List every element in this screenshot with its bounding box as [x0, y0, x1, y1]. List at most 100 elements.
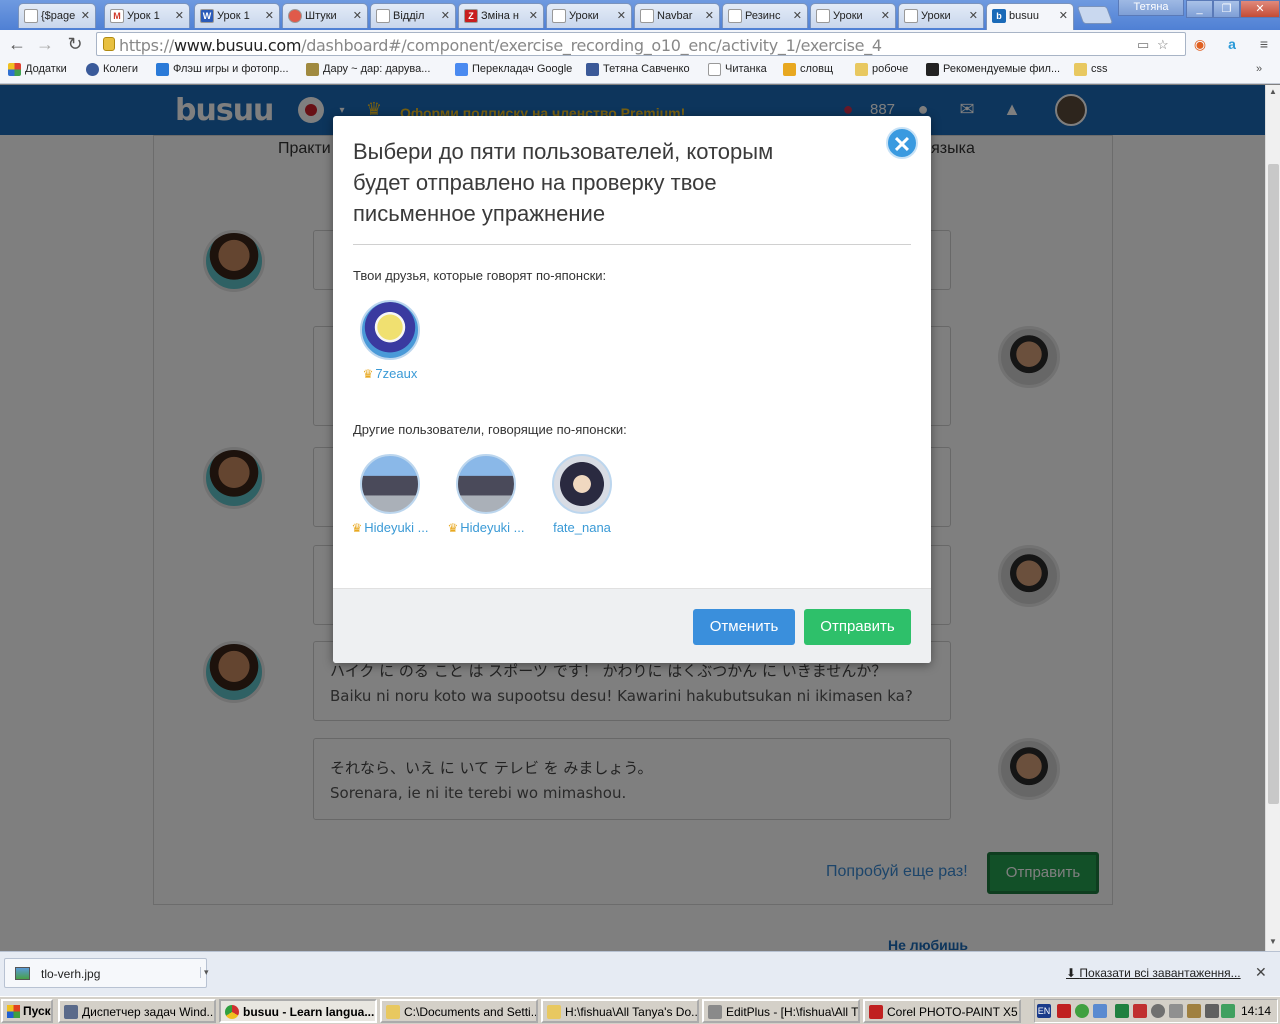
browser-tab-strip: {$page ✕ M Урок 1 ✕ W Урок 1 ✕ Штуки ✕ В… — [0, 0, 1280, 30]
browser-tab[interactable]: Відділ ✕ — [370, 3, 456, 28]
new-tab-button[interactable] — [1076, 6, 1114, 24]
browser-tab[interactable]: Резинс ✕ — [722, 3, 808, 28]
bookmark-item[interactable]: словщ — [783, 63, 833, 76]
close-icon[interactable]: ✕ — [175, 9, 184, 22]
taskbar-item[interactable]: EditPlus - [H:\fishua\All T... — [702, 999, 860, 1023]
user-card-7zeaux[interactable]: ♛ 7zeaux — [343, 300, 437, 381]
browser-tab[interactable]: Штуки ✕ — [282, 3, 368, 28]
taskbar-item[interactable]: H:\fishua\All Tanya's Do... — [541, 999, 699, 1023]
close-icon[interactable]: ✕ — [81, 9, 90, 22]
back-icon[interactable]: ← — [6, 33, 28, 55]
bookmark-folder[interactable]: css — [1074, 63, 1108, 76]
gmail-icon: M — [110, 9, 124, 23]
browser-tab[interactable]: Уроки ✕ — [810, 3, 896, 28]
show-all-downloads-link[interactable]: ⬇ Показати всі завантаження... — [1066, 966, 1241, 980]
dialog-title: Выбери до пяти пользователей, которым бу… — [353, 139, 774, 226]
chrome-icon — [225, 1005, 239, 1019]
browser-tab[interactable]: Уроки ✕ — [546, 3, 632, 28]
user-card-hideyuki[interactable]: ♛ Hideyuki ... — [439, 454, 533, 535]
close-icon[interactable]: ✕ — [705, 9, 714, 22]
folder-icon — [855, 63, 868, 76]
tray-icon[interactable] — [1151, 1004, 1165, 1018]
bookmark-item[interactable]: Тетяна Савченко — [586, 63, 690, 76]
menu-icon[interactable]: ≡ — [1254, 34, 1274, 54]
chevron-down-icon[interactable]: ▾ — [200, 967, 209, 978]
vertical-scrollbar[interactable]: ▲ ▼ — [1265, 85, 1280, 951]
browser-tab[interactable]: Уроки ✕ — [898, 3, 984, 28]
cancel-button[interactable]: Отменить — [693, 609, 795, 645]
language-indicator[interactable]: EN — [1037, 1004, 1051, 1018]
folder-icon — [1074, 63, 1087, 76]
browser-tab[interactable]: M Урок 1 ✕ — [104, 3, 190, 28]
taskbar-item-active[interactable]: busuu - Learn langua... — [219, 999, 377, 1023]
close-icon[interactable]: ✕ — [886, 127, 918, 159]
bookmark-item[interactable]: Дару ~ дар: дарува... — [306, 63, 430, 76]
close-icon[interactable]: ✕ — [529, 9, 538, 22]
divider — [353, 244, 911, 245]
close-icon[interactable]: ✕ — [265, 9, 274, 22]
user-card-fate-nana[interactable]: fate_nana — [535, 454, 629, 535]
more-bookmarks-icon[interactable]: » — [1256, 63, 1262, 75]
forward-icon[interactable]: → — [34, 33, 56, 55]
username: Hideyuki ... — [364, 520, 429, 535]
avatar — [456, 454, 516, 514]
browser-tab[interactable]: W Урок 1 ✕ — [194, 3, 280, 28]
reload-icon[interactable]: ↻ — [64, 33, 86, 55]
username: Hideyuki ... — [460, 520, 525, 535]
close-icon[interactable]: ✕ — [1255, 964, 1267, 981]
url-text: https://www.busuu.com/dashboard#/compone… — [119, 36, 882, 55]
folder-icon — [386, 1005, 400, 1019]
tray-icon[interactable] — [1187, 1004, 1201, 1018]
window-close-icon[interactable]: ✕ — [1240, 0, 1280, 18]
site-icon — [306, 63, 319, 76]
network-icon[interactable] — [1093, 1004, 1107, 1018]
bookmark-folder[interactable]: робоче — [855, 63, 908, 76]
close-icon[interactable]: ✕ — [1059, 9, 1068, 22]
browser-tab[interactable]: {$page ✕ — [18, 3, 96, 28]
close-icon[interactable]: ✕ — [441, 9, 450, 22]
bookmark-item[interactable]: Колеги — [86, 63, 138, 76]
tray-icon[interactable] — [1221, 1004, 1235, 1018]
tray-icon[interactable] — [1169, 1004, 1183, 1018]
volume-icon[interactable] — [1205, 1004, 1219, 1018]
bookmark-item[interactable]: Рекомендуемые фил... — [926, 63, 1060, 76]
browser-tab[interactable]: Z Зміна н ✕ — [458, 3, 544, 28]
scroll-up-icon[interactable]: ▲ — [1269, 87, 1277, 96]
bookmark-star-icon[interactable]: ☆ — [1157, 37, 1169, 53]
bookmark-item[interactable]: Читанка — [708, 63, 767, 76]
scrollbar-thumb[interactable] — [1268, 164, 1279, 804]
browser-tab-label: Резинс — [745, 10, 781, 22]
browser-tab-active[interactable]: b busuu ✕ — [986, 3, 1074, 30]
avatar — [360, 300, 420, 360]
browser-tab[interactable]: Navbar ✕ — [634, 3, 720, 28]
taskbar-item[interactable]: C:\Documents and Setti... — [380, 999, 538, 1023]
bookmark-item[interactable]: Флэш игры и фотопр... — [156, 63, 289, 76]
tray-icon[interactable] — [1115, 1004, 1129, 1018]
profile-name[interactable]: Тетяна — [1118, 0, 1184, 16]
send-button[interactable]: Отправить — [804, 609, 911, 645]
start-button[interactable]: Пуск — [1, 999, 53, 1023]
close-icon[interactable]: ✕ — [617, 9, 626, 22]
user-card-hideyuki[interactable]: ♛ Hideyuki ... — [343, 454, 437, 535]
taskbar-item[interactable]: Диспетчер задач Wind... — [58, 999, 216, 1023]
taskbar-item[interactable]: Corel PHOTO-PAINT X5 — [863, 999, 1021, 1023]
close-icon[interactable]: ✕ — [969, 9, 978, 22]
minimize-icon[interactable]: _ — [1186, 0, 1213, 18]
bookmark-apps[interactable]: Додатки — [8, 63, 67, 76]
scroll-down-icon[interactable]: ▼ — [1269, 937, 1277, 946]
restore-icon[interactable]: ❐ — [1213, 0, 1240, 18]
close-icon[interactable]: ✕ — [353, 9, 362, 22]
acrobat-icon[interactable] — [1133, 1004, 1147, 1018]
browser-tab-label: Уроки — [569, 10, 599, 22]
download-item[interactable]: tlo-verh.jpg ▾ — [4, 958, 209, 988]
close-icon[interactable]: ✕ — [793, 9, 802, 22]
close-icon[interactable]: ✕ — [881, 9, 890, 22]
extension-a-icon[interactable]: a — [1222, 34, 1242, 54]
cast-icon[interactable]: ▭ — [1137, 37, 1149, 53]
extension-icon[interactable]: ◉ — [1190, 34, 1210, 54]
torrent-icon[interactable] — [1075, 1004, 1089, 1018]
page-icon — [904, 9, 918, 23]
bookmark-item[interactable]: Перекладач Google — [455, 63, 572, 76]
address-bar[interactable]: https://www.busuu.com/dashboard#/compone… — [96, 32, 1186, 56]
antivirus-icon[interactable] — [1057, 1004, 1071, 1018]
